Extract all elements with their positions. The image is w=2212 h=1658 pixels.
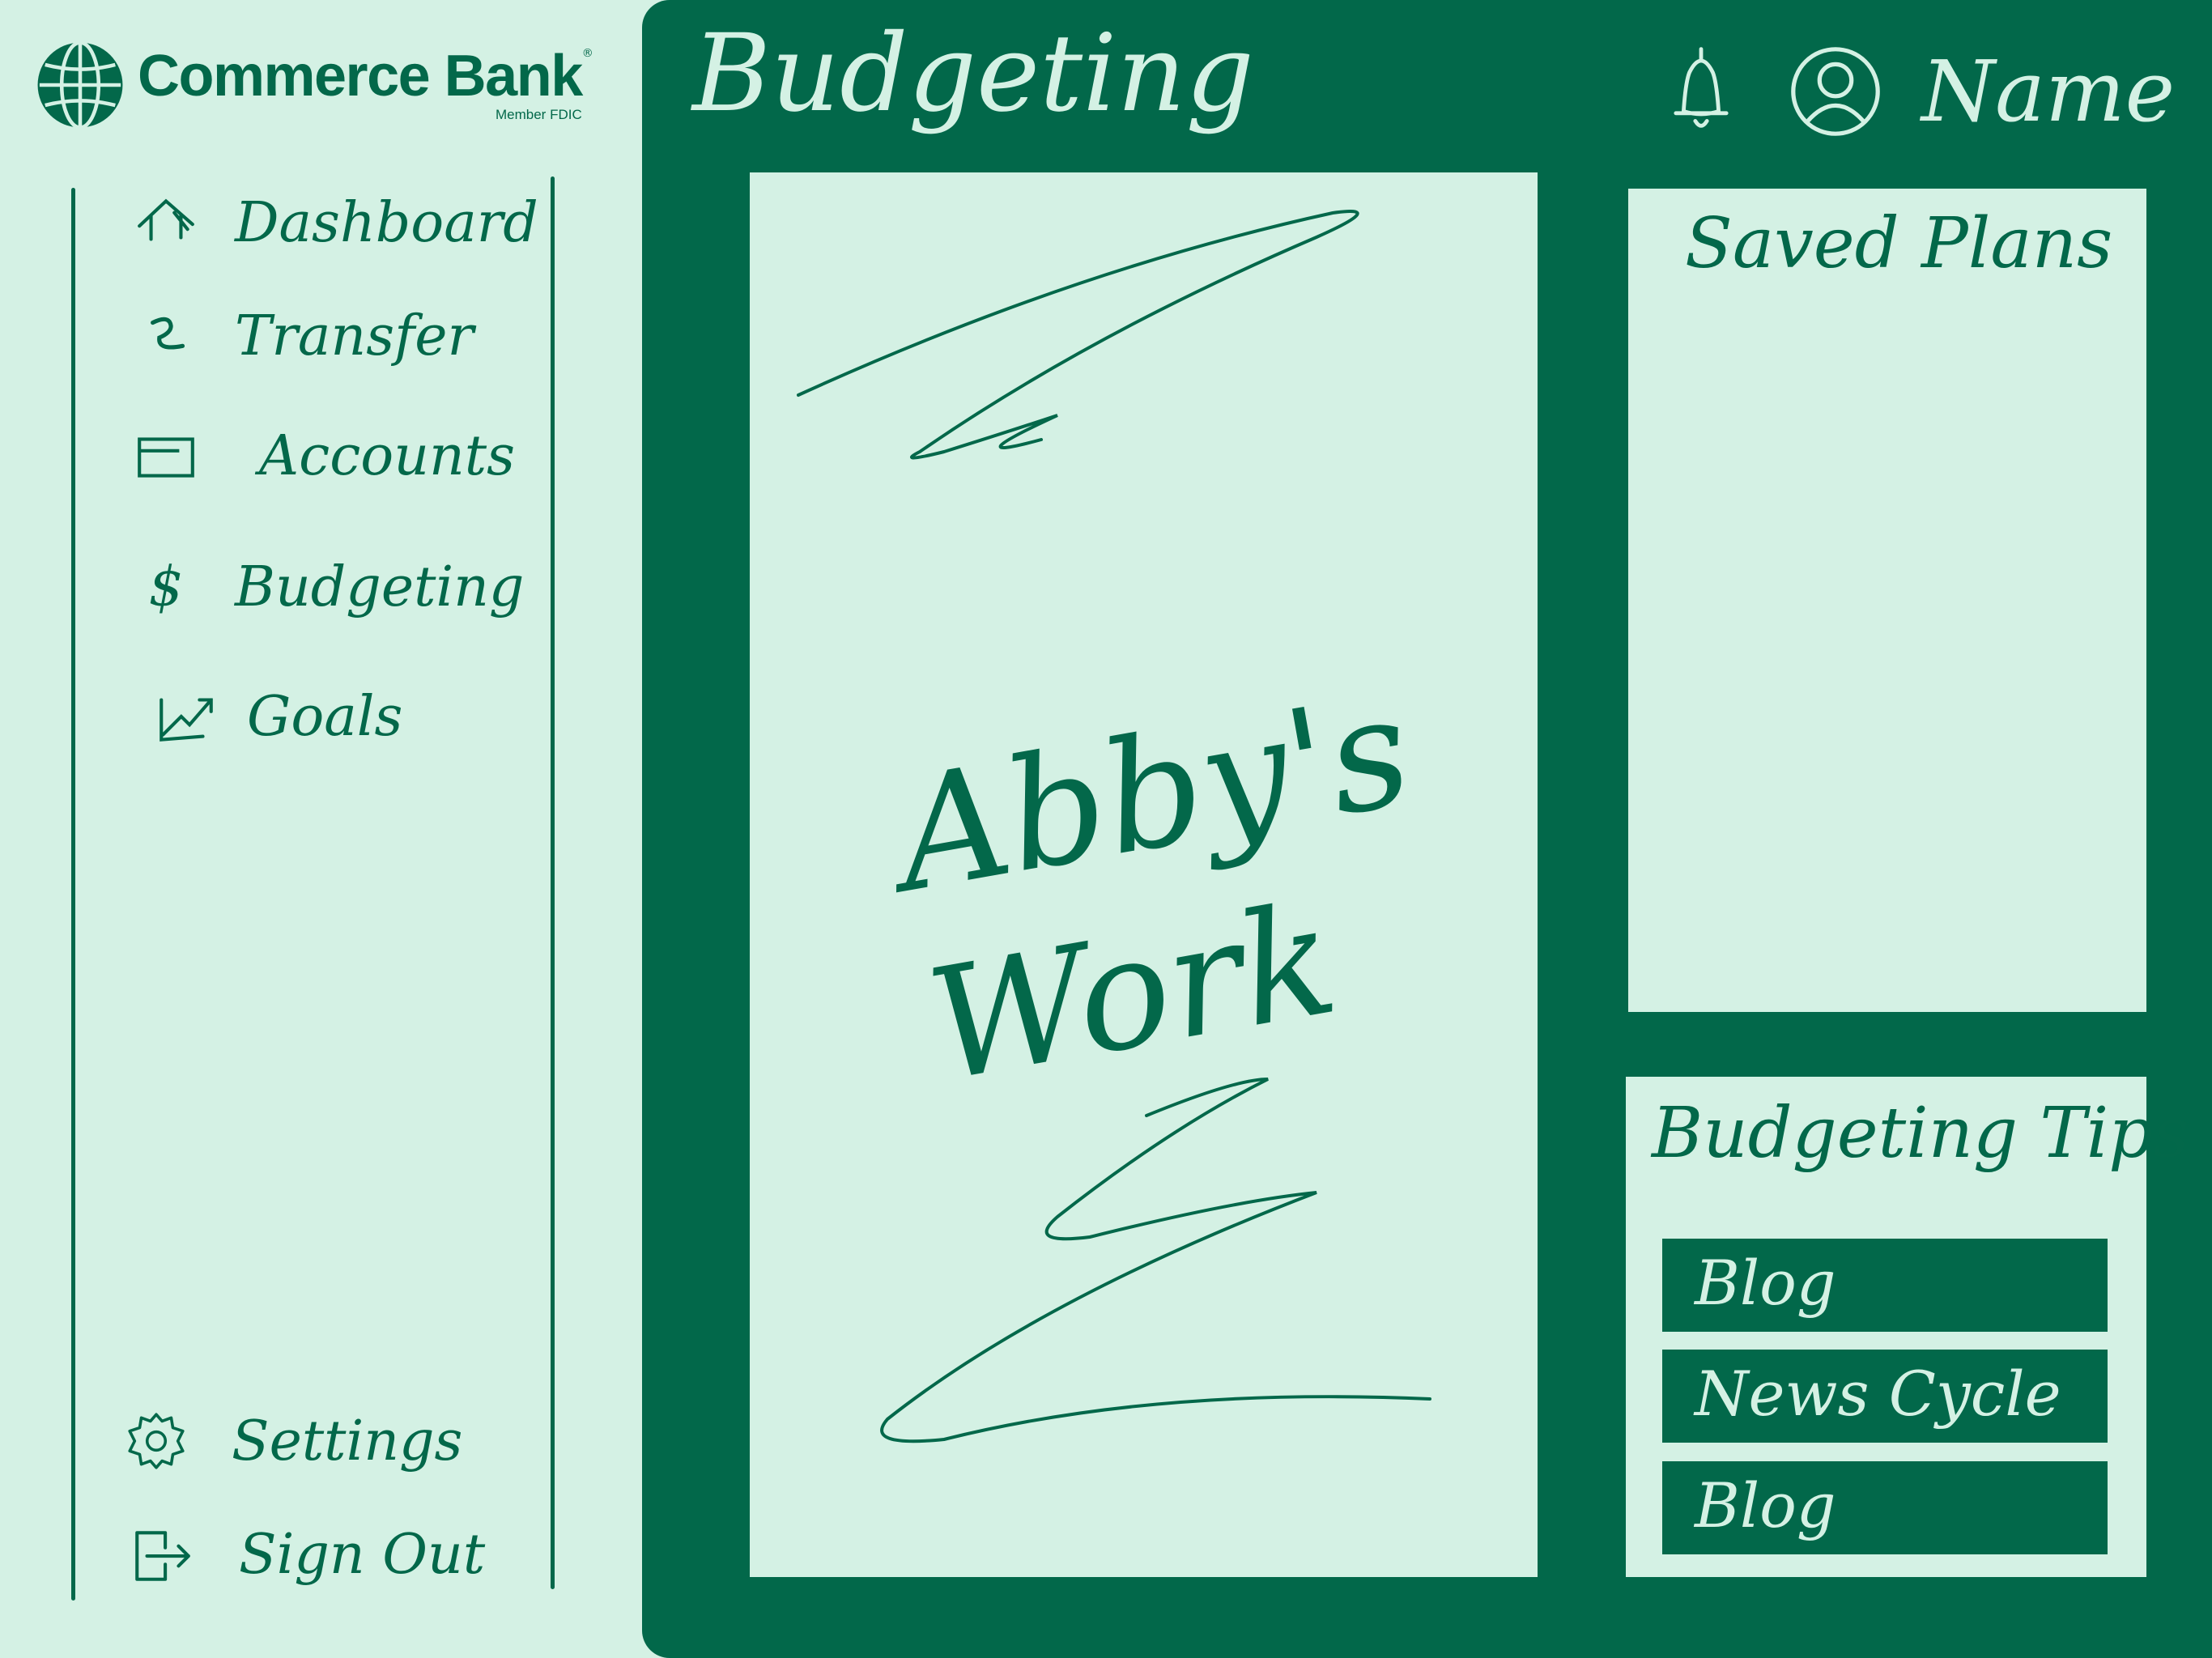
sidebar-item-budgeting[interactable]: $ Budgeting	[130, 551, 524, 623]
main-panel: Budgeting Name Abby's Work Saved Plans B…	[642, 0, 2212, 1658]
tip-button-news-cycle[interactable]: News Cycle	[1662, 1350, 2108, 1443]
tip-button-blog[interactable]: Blog	[1662, 1239, 2108, 1332]
user-name[interactable]: Name	[1921, 42, 2175, 141]
saved-plans-title: Saved Plans	[1685, 203, 2113, 284]
tip-button-label: News Cycle	[1695, 1358, 2061, 1430]
sidebar-item-label: Dashboard	[235, 190, 538, 255]
sidebar-item-label: Transfer	[235, 304, 474, 368]
trend-up-icon	[150, 680, 223, 753]
registered-mark: ®	[581, 47, 593, 60]
dollar-icon: $	[130, 551, 202, 623]
saved-plans-panel[interactable]: Saved Plans	[1628, 189, 2146, 1012]
commerce-bank-logo[interactable]: Commerce Bank ® Member FDIC	[34, 39, 593, 131]
globe-icon	[37, 40, 123, 130]
sidebar: Commerce Bank ® Member FDIC Dashboard Tr…	[0, 0, 640, 1658]
sidebar-item-label: Goals	[247, 684, 403, 749]
gear-icon	[120, 1405, 193, 1477]
budget-workspace[interactable]: Abby's Work	[750, 172, 1538, 1577]
brand-name: Commerce Bank	[138, 44, 583, 108]
sidebar-item-label: Accounts	[259, 423, 516, 488]
tip-button-label: Blog	[1695, 1469, 1836, 1541]
sidebar-item-accounts[interactable]: Accounts	[130, 419, 515, 492]
sidebar-divider-left	[71, 188, 75, 1601]
svg-text:$: $	[148, 555, 183, 619]
budgeting-tips-panel: Budgeting Tips Blog News Cycle Blog	[1626, 1077, 2189, 1577]
sidebar-item-label: Budgeting	[235, 555, 525, 619]
tip-button-label: Blog	[1695, 1247, 1836, 1319]
sidebar-item-settings[interactable]: Settings	[120, 1405, 462, 1477]
sidebar-item-label: Settings	[232, 1409, 463, 1473]
tip-button-blog-2[interactable]: Blog	[1662, 1461, 2108, 1554]
bell-icon[interactable]	[1662, 43, 1740, 140]
sidebar-item-dashboard[interactable]: Dashboard	[130, 186, 538, 259]
fdic-label: Member FDIC	[496, 107, 582, 122]
transfer-icon	[130, 300, 202, 372]
user-avatar-icon[interactable]	[1789, 45, 1882, 138]
page-title: Budgeting	[692, 11, 1254, 136]
sidebar-item-transfer[interactable]: Transfer	[130, 300, 474, 372]
budgeting-tips-title: Budgeting Tips	[1652, 1093, 2189, 1174]
sign-out-icon	[125, 1518, 198, 1591]
header-actions: Name	[1662, 42, 2175, 141]
card-icon	[130, 419, 202, 492]
home-icon	[130, 186, 202, 259]
sidebar-divider-right	[551, 176, 555, 1589]
sidebar-item-label: Sign Out	[239, 1522, 486, 1587]
sidebar-item-goals[interactable]: Goals	[150, 680, 402, 753]
sidebar-item-sign-out[interactable]: Sign Out	[125, 1518, 485, 1591]
